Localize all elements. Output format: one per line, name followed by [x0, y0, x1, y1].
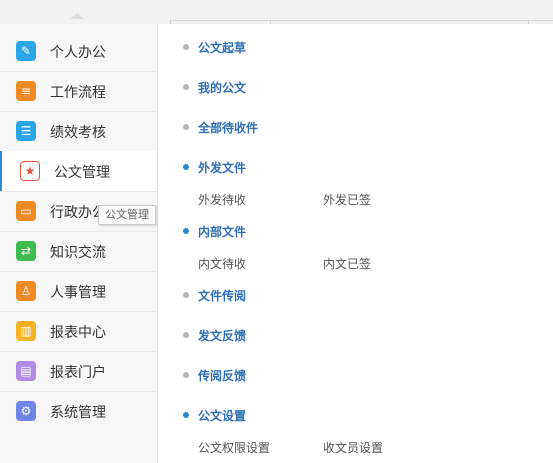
- sidebar-item-performance[interactable]: ☰ 绩效考核: [0, 111, 157, 151]
- section-draft-document[interactable]: 公文起草: [198, 39, 246, 56]
- sidebar-item-system[interactable]: ⚙ 系统管理: [0, 391, 157, 431]
- link-permission-settings[interactable]: 公文权限设置: [198, 439, 270, 456]
- section-dispatch-feedback[interactable]: 发文反馈: [198, 327, 246, 344]
- top-bar: [0, 0, 553, 25]
- bullet-icon: [183, 292, 189, 298]
- hr-icon: ♙: [16, 281, 36, 301]
- section-outgoing-files[interactable]: 外发文件: [198, 159, 246, 176]
- link-internal-signed[interactable]: 内文已签: [323, 255, 371, 272]
- sidebar-item-workflow[interactable]: ≡ 工作流程: [0, 71, 157, 111]
- sidebar-item-label: 系统管理: [50, 405, 106, 421]
- bullet-icon: [183, 332, 189, 338]
- bullet-icon: [183, 412, 189, 418]
- sidebar-item-label: 人事管理: [50, 285, 106, 301]
- sidebar-item-hr[interactable]: ♙ 人事管理: [0, 271, 157, 311]
- submenu-panel: 公文起草 我的公文 全部待收件 外发文件 外发待收 外发已签 内部文件 内文待收…: [158, 24, 553, 463]
- link-internal-pending[interactable]: 内文待收: [198, 255, 246, 272]
- sidebar-item-label: 知识交流: [50, 245, 106, 261]
- list-icon: ☰: [16, 121, 36, 141]
- sidebar-item-report-portal[interactable]: ▤ 报表门户: [0, 351, 157, 391]
- portal-icon: ▤: [16, 361, 36, 381]
- sidebar: ✎ 个人办公 ≡ 工作流程 ☰ 绩效考核 ★ 公文管理 ▭ 行政办公 ⇄ 知识交…: [0, 24, 158, 463]
- gear-icon: ⚙: [16, 401, 36, 421]
- report-icon: ▥: [16, 321, 36, 341]
- section-my-documents[interactable]: 我的公文: [198, 79, 246, 96]
- tooltip: 公文管理: [98, 205, 156, 225]
- collapse-arrow-icon[interactable]: [70, 13, 84, 19]
- bullet-icon: [183, 372, 189, 378]
- sidebar-item-label: 报表门户: [50, 365, 106, 381]
- section-document-settings[interactable]: 公文设置: [198, 407, 246, 424]
- sidebar-item-label: 公文管理: [54, 165, 110, 181]
- sidebar-item-label: 工作流程: [50, 85, 106, 101]
- sidebar-item-label: 绩效考核: [50, 125, 106, 141]
- edit-icon: ✎: [16, 41, 36, 61]
- sidebar-item-knowledge[interactable]: ⇄ 知识交流: [0, 231, 157, 271]
- section-internal-files[interactable]: 内部文件: [198, 223, 246, 240]
- link-outgoing-pending[interactable]: 外发待收: [198, 191, 246, 208]
- sidebar-item-label: 报表中心: [50, 325, 106, 341]
- section-all-pending[interactable]: 全部待收件: [198, 119, 258, 136]
- workflow-icon: ≡: [16, 81, 36, 101]
- bullet-icon: [183, 124, 189, 130]
- bullet-icon: [183, 228, 189, 234]
- sidebar-item-label: 个人办公: [50, 45, 106, 61]
- sidebar-item-personal-office[interactable]: ✎ 个人办公: [0, 31, 157, 71]
- bullet-icon: [183, 84, 189, 90]
- link-receiver-settings[interactable]: 收文员设置: [323, 439, 383, 456]
- bullet-icon: [183, 44, 189, 50]
- sidebar-item-document-management[interactable]: ★ 公文管理: [0, 151, 157, 191]
- section-circulation-feedback[interactable]: 传阅反馈: [198, 367, 246, 384]
- section-file-circulation[interactable]: 文件传阅: [198, 287, 246, 304]
- knowledge-icon: ⇄: [16, 241, 36, 261]
- link-outgoing-signed[interactable]: 外发已签: [323, 191, 371, 208]
- folder-icon: ▭: [16, 201, 36, 221]
- star-icon: ★: [20, 161, 40, 181]
- sidebar-item-report-center[interactable]: ▥ 报表中心: [0, 311, 157, 351]
- bullet-icon: [183, 164, 189, 170]
